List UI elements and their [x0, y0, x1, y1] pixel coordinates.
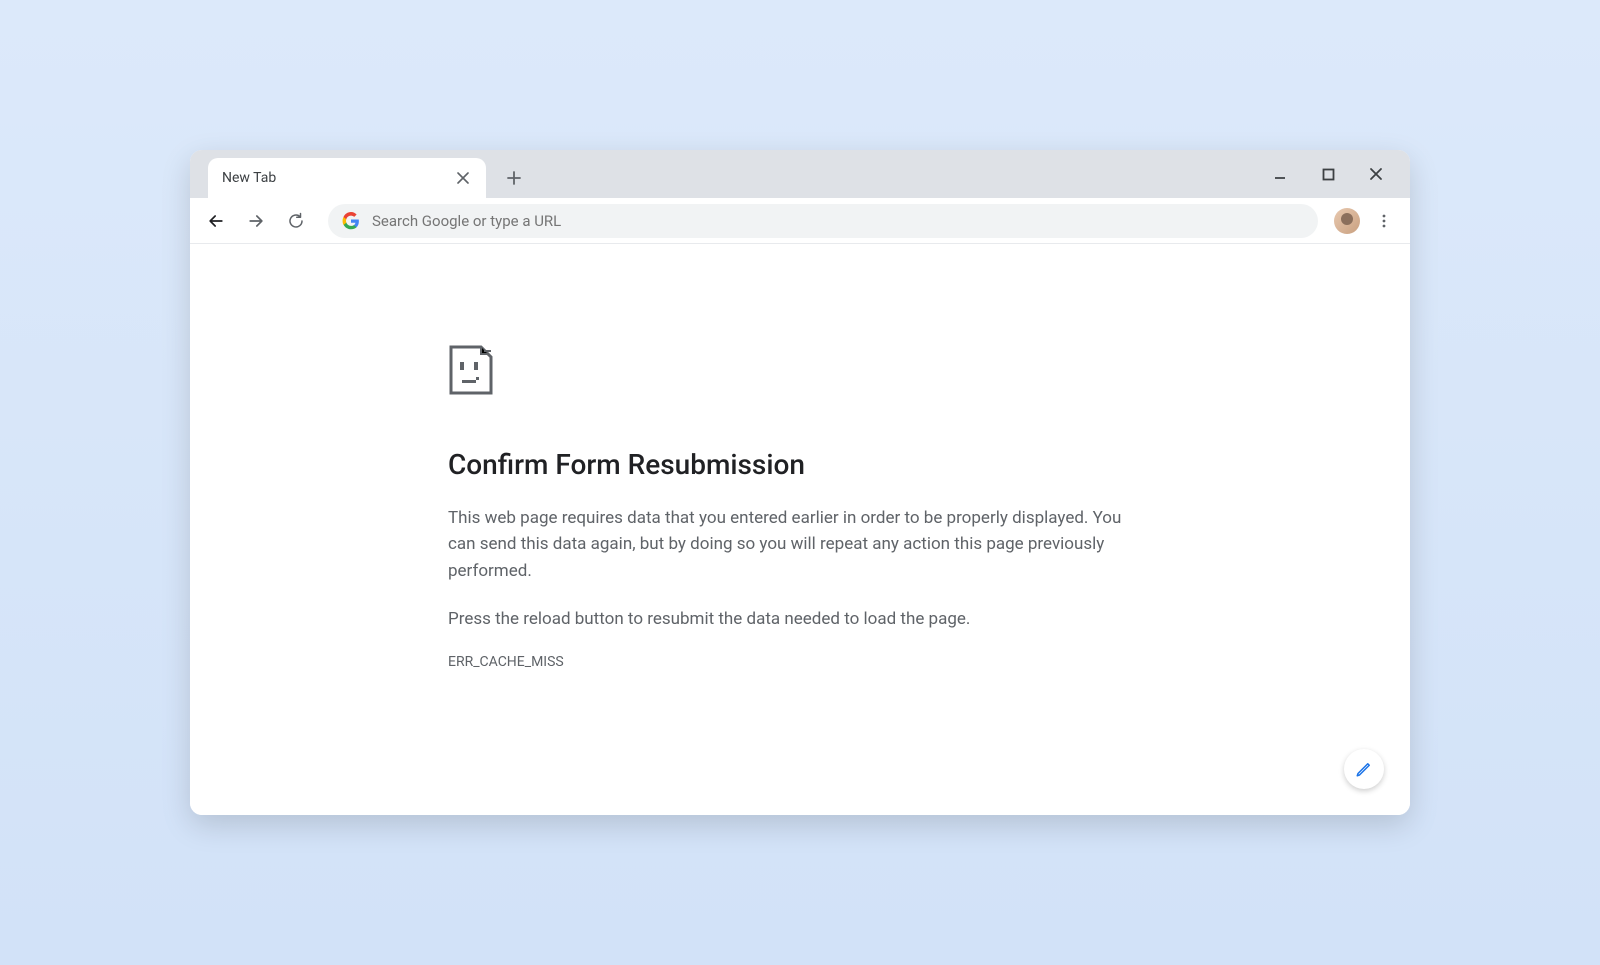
toolbar	[190, 198, 1410, 244]
back-button[interactable]	[200, 205, 232, 237]
sad-page-icon	[448, 344, 494, 396]
pencil-icon	[1355, 760, 1373, 778]
browser-window: New Tab	[190, 150, 1410, 815]
reload-button[interactable]	[280, 205, 312, 237]
window-controls	[1266, 150, 1402, 198]
profile-avatar[interactable]	[1334, 208, 1360, 234]
maximize-button[interactable]	[1314, 160, 1342, 188]
google-icon	[342, 212, 360, 230]
forward-button[interactable]	[240, 205, 272, 237]
error-paragraph-1: This web page requires data that you ent…	[448, 505, 1148, 584]
address-bar[interactable]	[328, 204, 1318, 238]
customize-fab[interactable]	[1344, 749, 1384, 789]
error-code: ERR_CACHE_MISS	[448, 654, 1148, 670]
tab-active[interactable]: New Tab	[208, 158, 486, 198]
tab-strip: New Tab	[190, 150, 1410, 198]
kebab-menu-icon[interactable]	[1368, 205, 1400, 237]
minimize-button[interactable]	[1266, 160, 1294, 188]
new-tab-button[interactable]	[498, 162, 530, 194]
url-input[interactable]	[372, 212, 1304, 230]
tab-title: New Tab	[222, 170, 454, 186]
error-block: Confirm Form Resubmission This web page …	[448, 344, 1148, 670]
close-tab-icon[interactable]	[454, 169, 472, 187]
page-content: Confirm Form Resubmission This web page …	[190, 244, 1410, 815]
close-window-button[interactable]	[1362, 160, 1390, 188]
error-paragraph-2: Press the reload button to resubmit the …	[448, 606, 1148, 632]
error-title: Confirm Form Resubmission	[448, 448, 1148, 481]
